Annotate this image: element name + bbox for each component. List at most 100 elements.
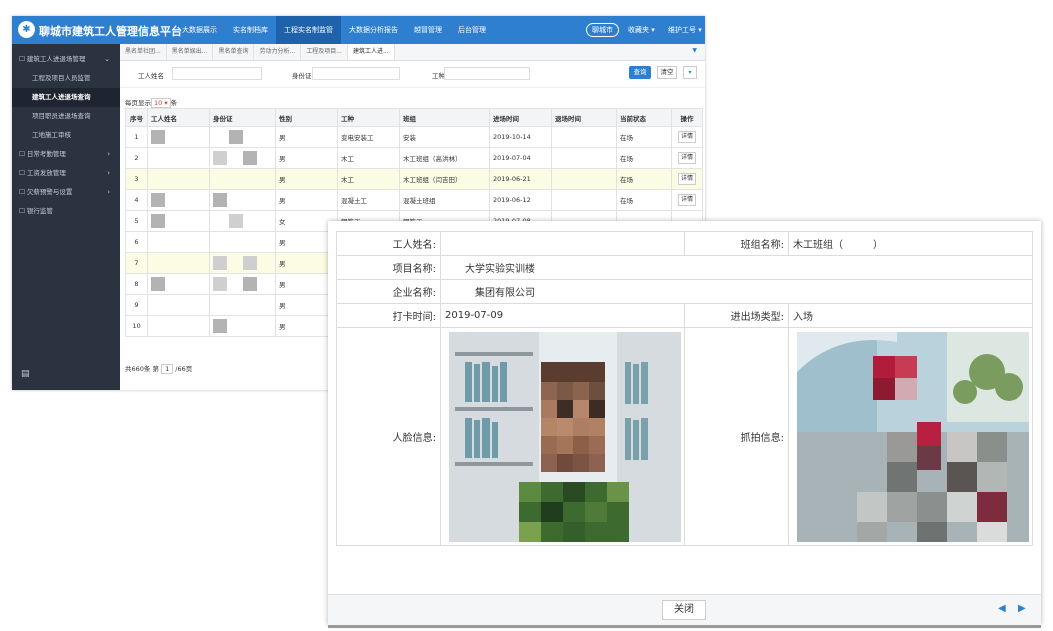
cell-enter: 2019-06-21 bbox=[489, 168, 552, 190]
tab-overflow-icon[interactable]: ▼ bbox=[692, 47, 697, 54]
sidebar-item-8[interactable]: ☐ 银行监管 bbox=[12, 202, 120, 221]
cell-op: 详情 bbox=[671, 147, 703, 169]
worker-name-input[interactable] bbox=[172, 67, 262, 80]
worker-name-label: 工人姓名 bbox=[138, 72, 164, 80]
cell-no: 5 bbox=[125, 210, 148, 232]
city-selector[interactable]: 聊城市 bbox=[586, 23, 619, 37]
cell-worker-name bbox=[147, 294, 210, 316]
sidebar-item-4[interactable]: 工地施工审核 bbox=[12, 126, 120, 145]
capture-photo bbox=[797, 331, 1029, 542]
inout-type-key: 进出场类型: bbox=[684, 303, 789, 328]
sidebar-item-label: 银行监管 bbox=[26, 207, 53, 215]
tab-labor-analysis[interactable]: 劳动力分析... bbox=[254, 44, 302, 60]
cell-op: 详情 bbox=[671, 126, 703, 148]
redacted-id bbox=[229, 214, 243, 228]
cell-no: 10 bbox=[125, 315, 148, 337]
redacted-name bbox=[151, 130, 165, 144]
folder-icon: ☐ bbox=[19, 55, 27, 63]
detail-button[interactable]: 详情 bbox=[677, 194, 696, 206]
cell-worker-name bbox=[147, 168, 210, 190]
nav-item-analysis-report[interactable]: 大数据分析报告 bbox=[341, 16, 406, 44]
sidebar-item-0[interactable]: ☐ 建筑工人进退场管理 ⌄ bbox=[12, 50, 120, 69]
page-number-input[interactable]: 1 bbox=[161, 364, 174, 374]
table-row: 4 男混凝土工 混凝土班组 2019-06-12 在场 详情 bbox=[125, 189, 703, 211]
detail-button[interactable]: 详情 bbox=[677, 152, 696, 164]
detail-button[interactable]: 详情 bbox=[677, 131, 696, 143]
sidebar-item-label: 工地施工审核 bbox=[32, 131, 71, 139]
user-menu[interactable]: 维护工号 ▾ bbox=[668, 25, 702, 35]
close-button[interactable]: 关闭 bbox=[662, 600, 706, 620]
cell-team: 混凝土班组 bbox=[399, 189, 490, 211]
cell-worker-name bbox=[147, 189, 210, 211]
clear-button[interactable]: 清空 bbox=[657, 66, 677, 79]
sidebar-item-3[interactable]: 项目职员进退场查询 bbox=[12, 107, 120, 126]
sidebar-item-label: 项目职员进退场查询 bbox=[32, 112, 91, 120]
next-arrow-icon[interactable]: ▶ bbox=[1018, 603, 1026, 614]
folder-icon: ☐ bbox=[19, 188, 27, 196]
cell-sex: 男 bbox=[275, 147, 338, 169]
company-name-key: 企业名称: bbox=[336, 279, 441, 304]
favorites-menu[interactable]: 收藏夹 ▾ bbox=[628, 25, 655, 35]
nav-item-bigdata[interactable]: 大数据展示 bbox=[174, 16, 225, 44]
sidebar-item-2[interactable]: 建筑工人进退场查询 bbox=[12, 88, 120, 107]
table-row: 3 男木工 木工班组（闫吉田） 2019-06-21 在场 详情 bbox=[125, 168, 703, 190]
tab-blacklist-group[interactable]: 黑名单社团... bbox=[120, 44, 167, 60]
sidebar-item-label: 工资发放管理 bbox=[26, 169, 66, 177]
tab-blacklist-query[interactable]: 黑名单查询 bbox=[213, 44, 255, 60]
column-header: 退场时间 bbox=[551, 108, 617, 127]
pagination-prefix: 共660条 第 bbox=[125, 365, 159, 373]
face-photo bbox=[449, 331, 681, 542]
sidebar-item-label: 欠薪预警与设置 bbox=[26, 188, 73, 196]
capture-photo-cell bbox=[788, 327, 1033, 546]
column-header: 进场时间 bbox=[489, 108, 552, 127]
table-row: 1 男变电安装工 安装 2019-10-14 在场 详情 bbox=[125, 126, 703, 148]
redacted-id bbox=[243, 256, 257, 270]
chevron-icon: › bbox=[107, 188, 110, 196]
sidebar: ☐ 建筑工人进退场管理 ⌄ 工程及项目人员监管 建筑工人进退场查询 项目职员进退场查询工… bbox=[12, 44, 120, 390]
tab-blacklist-out[interactable]: 黑名单娱出... bbox=[167, 44, 214, 60]
cell-status: 在场 bbox=[616, 147, 672, 169]
top-nav: 大数据展示 实名制档库 工程实名制监管 大数据分析报告 越冒管理 后台管理 bbox=[174, 16, 494, 44]
cell-worker-name bbox=[147, 147, 210, 169]
cell-no: 4 bbox=[125, 189, 148, 211]
sidebar-item-7[interactable]: ☐ 欠薪预警与设置 › bbox=[12, 183, 120, 202]
cell-no: 7 bbox=[125, 252, 148, 274]
job-type-input[interactable] bbox=[444, 67, 530, 80]
nav-item-backend[interactable]: 后台管理 bbox=[450, 16, 494, 44]
cell-enter: 2019-10-14 bbox=[489, 126, 552, 148]
redacted-id bbox=[229, 130, 243, 144]
redacted-name bbox=[151, 193, 165, 207]
cell-no: 2 bbox=[125, 147, 148, 169]
cell-worker-name bbox=[147, 252, 210, 274]
cell-status: 在场 bbox=[616, 126, 672, 148]
chevron-icon: ⌄ bbox=[104, 55, 110, 63]
redacted-id bbox=[243, 277, 257, 291]
cell-worker-name bbox=[147, 126, 210, 148]
cell-id-card bbox=[209, 126, 276, 148]
nav-item-management[interactable]: 越冒管理 bbox=[406, 16, 450, 44]
menu-icon[interactable]: ▤ bbox=[21, 369, 30, 379]
nav-item-realname-archive[interactable]: 实名制档库 bbox=[225, 16, 276, 44]
page-size-select[interactable]: 10 ▾ bbox=[151, 98, 171, 108]
sidebar-item-5[interactable]: ☐ 日常考勤管理 › bbox=[12, 145, 120, 164]
id-card-input[interactable] bbox=[312, 67, 400, 80]
prev-arrow-icon[interactable]: ◀ bbox=[998, 603, 1006, 614]
folder-icon: ☐ bbox=[19, 150, 27, 158]
sidebar-item-6[interactable]: ☐ 工资发放管理 › bbox=[12, 164, 120, 183]
face-info-key: 人脸信息: bbox=[336, 327, 441, 546]
cell-worker-name bbox=[147, 273, 210, 295]
tab-project[interactable]: 工程及项目... bbox=[301, 44, 348, 60]
detail-button[interactable]: 详情 bbox=[677, 173, 696, 185]
nav-item-realname-supervision[interactable]: 工程实名制监管 bbox=[276, 16, 341, 44]
sidebar-item-label: 建筑工人进退场查询 bbox=[32, 93, 91, 101]
query-button[interactable]: 查询 bbox=[629, 66, 651, 79]
worker-name-value bbox=[440, 231, 685, 256]
cell-no: 6 bbox=[125, 231, 148, 253]
sidebar-item-1[interactable]: 工程及项目人员监管 bbox=[12, 69, 120, 88]
more-filters-button[interactable]: ▾ bbox=[683, 66, 697, 79]
cell-no: 1 bbox=[125, 126, 148, 148]
cell-no: 8 bbox=[125, 273, 148, 295]
tab-worker-inout[interactable]: 建筑工人进... bbox=[347, 44, 395, 60]
cell-no: 3 bbox=[125, 168, 148, 190]
app-title: 聊城市建筑工人管理信息平台 bbox=[39, 25, 182, 38]
